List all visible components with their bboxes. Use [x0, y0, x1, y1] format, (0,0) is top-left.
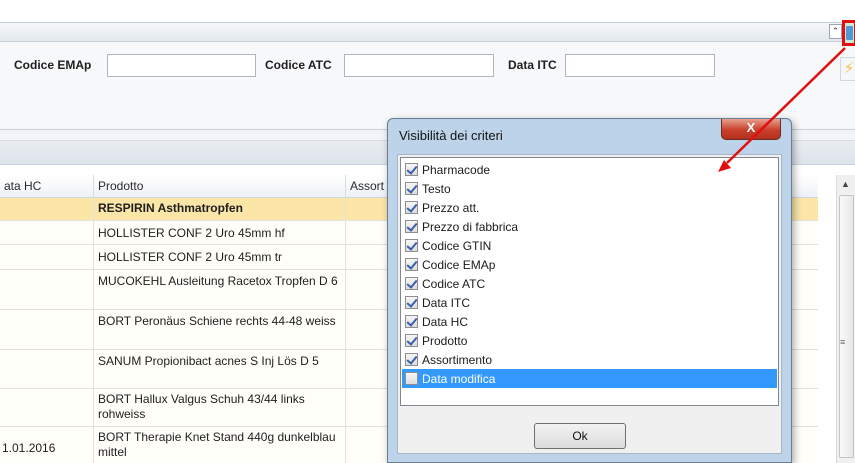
checkbox[interactable]	[405, 163, 418, 176]
data-itc-label: Data ITC	[508, 58, 557, 72]
codice-atc-field[interactable]	[344, 54, 494, 77]
checkbox[interactable]	[405, 334, 418, 347]
collapse-panel-button[interactable]: ⌃	[829, 24, 842, 39]
column-header-prodotto[interactable]: Prodotto	[94, 175, 346, 198]
criteria-label: Prezzo di fabbrica	[422, 219, 519, 234]
criteria-item[interactable]: Prezzo att.	[402, 198, 777, 217]
criteria-item[interactable]: Codice GTIN	[402, 236, 777, 255]
row-product: BORT Hallux Valgus Schuh 43/44 links roh…	[94, 389, 346, 426]
row-date: 1.01.2016	[0, 427, 94, 463]
checkbox[interactable]	[405, 201, 418, 214]
dialog-button-bar: Ok	[398, 409, 781, 453]
criteria-visibility-dialog: Visibilità dei criteri X Pharmacode Test…	[387, 118, 792, 463]
lightning-icon: ⚡	[843, 60, 855, 77]
column-header-data-hc[interactable]: ata HC	[0, 175, 94, 198]
criteria-item[interactable]: Data HC	[402, 312, 777, 331]
checkbox[interactable]	[405, 372, 418, 385]
vertical-scrollbar[interactable]: ▲ ≡	[836, 175, 855, 463]
dialog-content: Pharmacode Testo Prezzo att. Prezzo di f…	[397, 154, 782, 454]
row-product: RESPIRIN Asthmatropfen	[94, 198, 346, 220]
criteria-item[interactable]: Prezzo di fabbrica	[402, 217, 777, 236]
top-strip	[0, 0, 855, 22]
criteria-label: Assortimento	[422, 352, 493, 367]
filter-panel-header	[0, 22, 855, 42]
checkbox[interactable]	[405, 258, 418, 271]
grip-icon: ≡	[840, 337, 846, 347]
row-product: SANUM Propionibact acnes S Inj Lös D 5	[94, 350, 346, 388]
criteria-label: Prezzo att.	[422, 200, 480, 215]
criteria-item[interactable]: Data ITC	[402, 293, 777, 312]
criteria-item[interactable]: Prodotto	[402, 331, 777, 350]
row-product: BORT Therapie Knet Stand 440g dunkelblau…	[94, 427, 346, 463]
criteria-label: Codice EMAp	[422, 257, 496, 272]
criteria-label: Testo	[422, 181, 451, 196]
criteria-visibility-button[interactable]	[842, 20, 855, 46]
criteria-item[interactable]: Assortimento	[402, 350, 777, 369]
close-button[interactable]: X	[721, 119, 781, 140]
criteria-label: Prodotto	[422, 333, 468, 348]
criteria-label: Data ITC	[422, 295, 471, 310]
criteria-label: Pharmacode	[422, 162, 491, 177]
row-date	[0, 270, 94, 309]
checkbox[interactable]	[405, 182, 418, 195]
criteria-label: Data modifica	[422, 371, 496, 386]
criteria-item[interactable]: Data modifica	[402, 369, 777, 388]
criteria-item[interactable]: Codice EMAp	[402, 255, 777, 274]
close-icon: X	[746, 120, 756, 135]
criteria-label: Codice ATC	[422, 276, 486, 291]
codice-emap-field[interactable]	[107, 54, 256, 77]
row-date	[0, 389, 94, 426]
double-chevron-up-icon: ⌃	[831, 26, 840, 36]
criteria-label: Codice GTIN	[422, 238, 492, 253]
scrollbar-thumb[interactable]	[839, 195, 854, 458]
checkbox[interactable]	[405, 220, 418, 233]
checkbox[interactable]	[405, 296, 418, 309]
row-date	[0, 245, 94, 269]
row-product: BORT Peronäus Schiene rechts 44-48 weiss	[94, 310, 346, 349]
criteria-item[interactable]: Codice ATC	[402, 274, 777, 293]
checkbox[interactable]	[405, 239, 418, 252]
codice-emap-label: Codice EMAp	[14, 58, 92, 72]
row-product: MUCOKEHL Ausleitung Racetox Tropfen D 6	[94, 270, 346, 309]
row-product: HOLLISTER CONF 2 Uro 45mm hf	[94, 221, 346, 244]
row-date	[0, 350, 94, 388]
criteria-list: Pharmacode Testo Prezzo att. Prezzo di f…	[400, 157, 779, 406]
row-date	[0, 221, 94, 244]
flash-button[interactable]: ⚡	[840, 57, 855, 81]
row-product: HOLLISTER CONF 2 Uro 45mm tr	[94, 245, 346, 269]
checkbox[interactable]	[405, 315, 418, 328]
codice-atc-label: Codice ATC	[265, 58, 332, 72]
ok-button[interactable]: Ok	[534, 423, 626, 449]
criteria-item[interactable]: Testo	[402, 179, 777, 198]
row-date	[0, 198, 94, 220]
criteria-item[interactable]: Pharmacode	[402, 160, 777, 179]
scroll-up-icon[interactable]: ▲	[841, 179, 850, 189]
data-itc-field[interactable]	[565, 54, 715, 77]
criteria-visibility-icon	[846, 26, 853, 40]
checkbox[interactable]	[405, 353, 418, 366]
checkbox[interactable]	[405, 277, 418, 290]
row-date	[0, 310, 94, 349]
criteria-label: Data HC	[422, 314, 469, 329]
dialog-title: Visibilità dei criteri	[399, 128, 503, 143]
